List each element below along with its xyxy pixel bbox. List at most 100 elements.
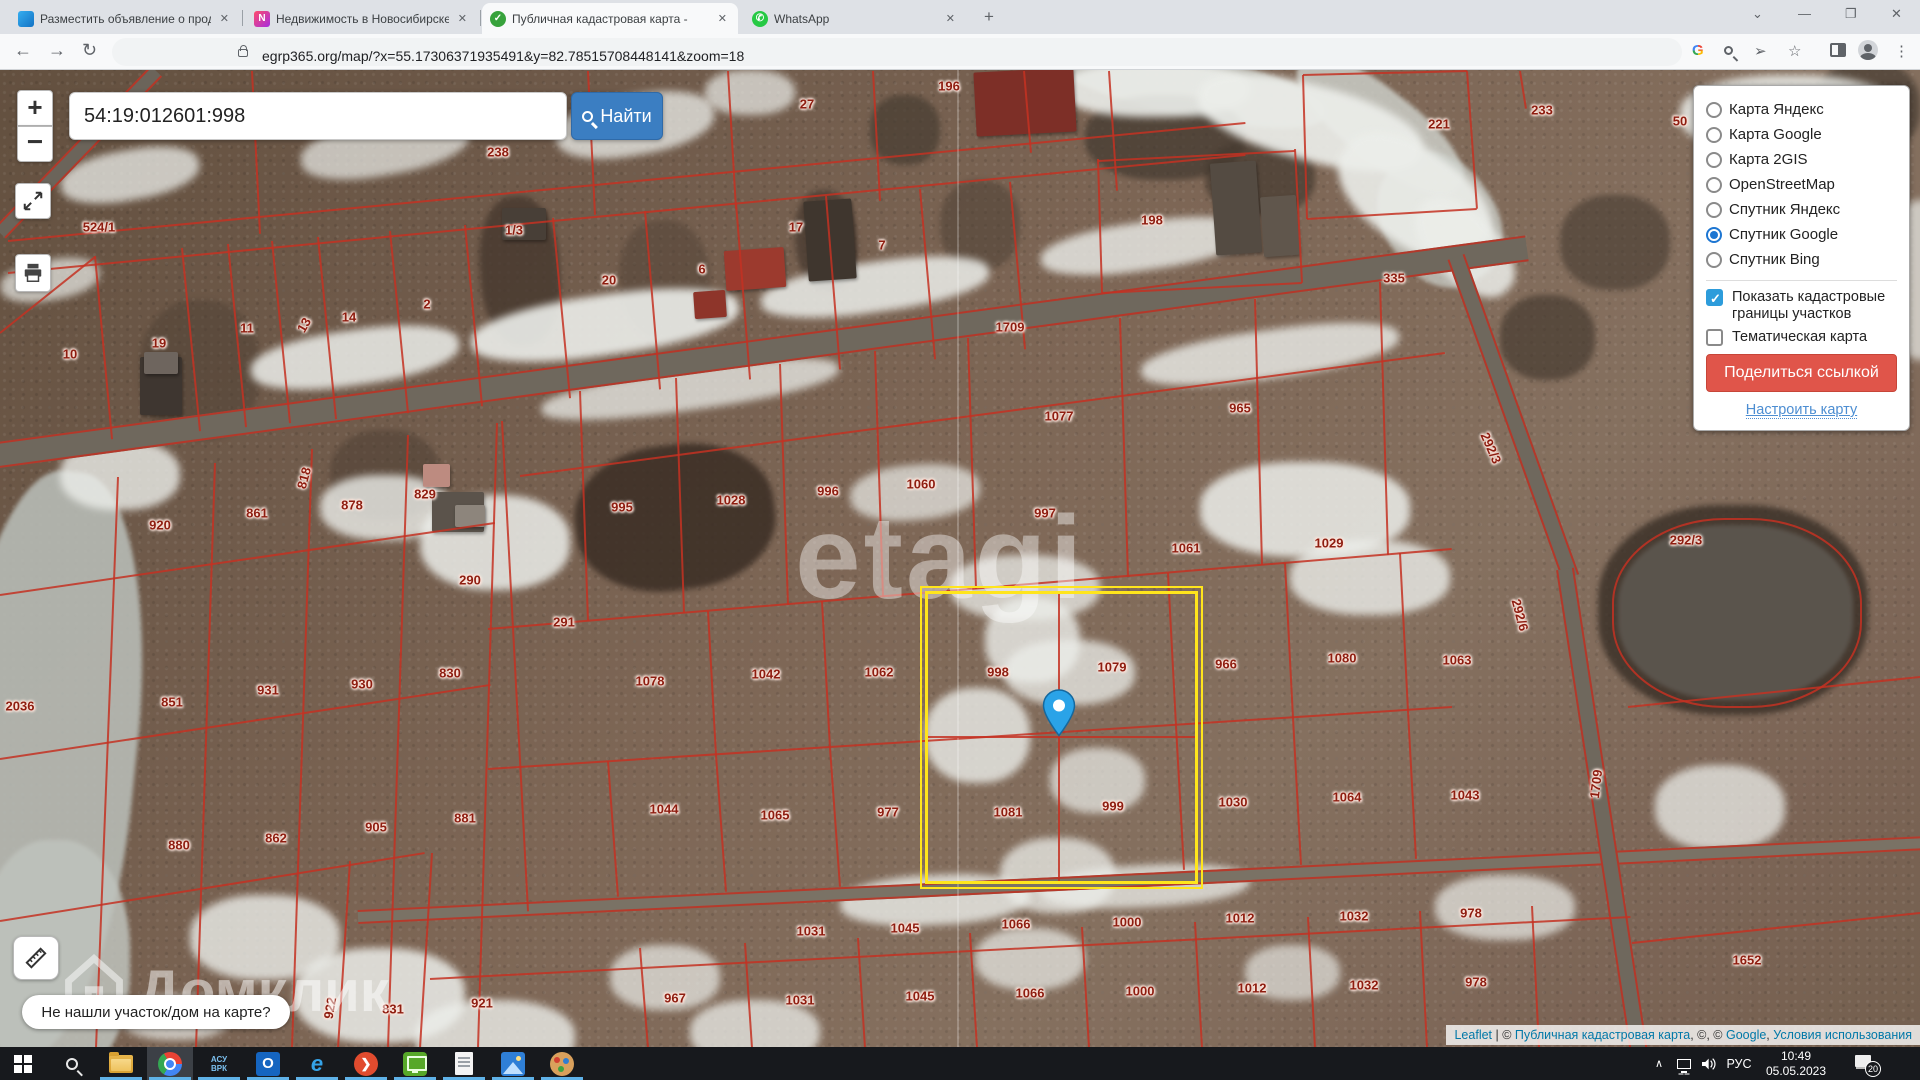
zoom-in-button[interactable]: + bbox=[17, 90, 53, 126]
google-extension-icon[interactable]: G bbox=[1692, 42, 1704, 59]
taskbar-item-start[interactable] bbox=[0, 1047, 46, 1080]
taskbar-item-internet-explorer[interactable]: e bbox=[294, 1047, 340, 1080]
layer-option[interactable]: Карта Google bbox=[1706, 122, 1897, 147]
tray-expand-icon[interactable]: ∧ bbox=[1648, 1047, 1670, 1080]
forward-button[interactable]: → bbox=[48, 40, 66, 61]
zoom-out-button[interactable]: − bbox=[17, 126, 53, 162]
parcel-label: 292/3 bbox=[1478, 430, 1505, 466]
side-panel-icon[interactable] bbox=[1830, 43, 1846, 57]
vegetation-patch bbox=[567, 433, 783, 601]
parcel-label: 1032 bbox=[1340, 909, 1369, 924]
parcel-label: 524/1 bbox=[83, 220, 116, 235]
browser-menu-icon[interactable]: ⋮ bbox=[1894, 42, 1909, 60]
attribution-link[interactable]: Leaflet bbox=[1454, 1028, 1492, 1042]
cadastral-line bbox=[317, 237, 337, 419]
search-button[interactable]: Найти bbox=[571, 92, 663, 140]
browser-tab[interactable]: ✆WhatsApp✕ bbox=[744, 3, 966, 34]
layer-option-label: OpenStreetMap bbox=[1729, 176, 1835, 193]
parcel-label: 1077 bbox=[1045, 409, 1074, 424]
bookmark-star-icon[interactable]: ☆ bbox=[1788, 42, 1801, 60]
vegetation-patch bbox=[1500, 295, 1595, 380]
restore-button[interactable]: ❐ bbox=[1845, 6, 1857, 22]
new-tab-button[interactable]: + bbox=[984, 7, 994, 27]
tab-close-icon[interactable]: ✕ bbox=[217, 12, 232, 25]
checkbox[interactable] bbox=[1706, 329, 1723, 346]
layer-option[interactable]: Спутник Bing bbox=[1706, 247, 1897, 272]
parcel-label: 995 bbox=[611, 500, 633, 515]
radio-button[interactable] bbox=[1706, 227, 1722, 243]
url-text[interactable]: egrp365.org/map/?x=55.17306371935491&y=8… bbox=[262, 48, 744, 64]
layer-option[interactable]: Спутник Яндекс bbox=[1706, 197, 1897, 222]
notification-badge[interactable]: 20 bbox=[1846, 1047, 1886, 1080]
radio-button[interactable] bbox=[1706, 102, 1722, 118]
layer-option[interactable]: Карта Яндекс bbox=[1706, 97, 1897, 122]
parcel-label: 292/3 bbox=[1670, 533, 1703, 548]
parcel-label: 1030 bbox=[1219, 795, 1248, 810]
reload-button[interactable]: ↻ bbox=[82, 40, 97, 61]
share-link-button[interactable]: Поделиться ссылкой bbox=[1706, 354, 1897, 392]
radio-button[interactable] bbox=[1706, 177, 1722, 193]
checkbox[interactable] bbox=[1706, 289, 1723, 306]
clock[interactable]: 10:4905.05.2023 bbox=[1758, 1047, 1834, 1080]
tab-close-icon[interactable]: ✕ bbox=[455, 12, 470, 25]
radio-button[interactable] bbox=[1706, 202, 1722, 218]
layer-option-label: Спутник Google bbox=[1729, 226, 1838, 243]
close-button[interactable]: ✕ bbox=[1891, 6, 1902, 22]
taskbar-item-photos[interactable] bbox=[490, 1047, 536, 1080]
parcel-label: 978 bbox=[1460, 906, 1482, 921]
radio-button[interactable] bbox=[1706, 252, 1722, 268]
tab-search-icon[interactable]: ⌄ bbox=[1752, 6, 1763, 22]
taskbar-item-outlook[interactable]: O bbox=[245, 1047, 291, 1080]
parcel-label: 13 bbox=[294, 315, 314, 335]
cadastral-line bbox=[1407, 711, 1417, 859]
cadastral-search-input[interactable] bbox=[69, 92, 567, 140]
browser-tab[interactable]: Разместить объявление о прод✕ bbox=[10, 3, 240, 34]
taskbar-item-search[interactable] bbox=[49, 1047, 95, 1080]
layer-option[interactable]: Карта 2GIS bbox=[1706, 147, 1897, 172]
layer-option-label: Спутник Bing bbox=[1729, 251, 1820, 268]
volume-icon[interactable] bbox=[1696, 1047, 1720, 1080]
tab-close-icon[interactable]: ✕ bbox=[943, 12, 958, 25]
language-indicator[interactable]: РУС bbox=[1722, 1047, 1756, 1080]
radio-button[interactable] bbox=[1706, 152, 1722, 168]
windows-taskbar: АСУВРКOe❯ ∧ РУС 10:4905.05.2023 20 bbox=[0, 1047, 1920, 1080]
attribution-link[interactable]: Google bbox=[1726, 1028, 1766, 1042]
print-button[interactable] bbox=[15, 254, 51, 292]
parcel-label: 1044 bbox=[650, 802, 679, 817]
map-hint-tooltip[interactable]: Не нашли участок/дом на карте? bbox=[22, 995, 290, 1029]
cadastral-line bbox=[501, 421, 529, 911]
taskbar-item-asu-vrk[interactable]: АСУВРК bbox=[196, 1047, 242, 1080]
layer-checkbox-row[interactable]: Показать кадастровые границы участков bbox=[1706, 289, 1897, 323]
map-attribution: Leaflet | © Публичная кадастровая карта,… bbox=[1446, 1025, 1920, 1045]
parcel-label: 1000 bbox=[1126, 984, 1155, 999]
browser-tab[interactable]: NНедвижимость в Новосибирске✕ bbox=[246, 3, 478, 34]
parcel-label: 50 bbox=[1673, 114, 1687, 129]
back-button[interactable]: ← bbox=[14, 40, 32, 61]
minimize-button[interactable]: — bbox=[1798, 6, 1811, 21]
layer-option[interactable]: Спутник Google bbox=[1706, 222, 1897, 247]
browser-tab[interactable]: ✓Публичная кадастровая карта -✕ bbox=[482, 3, 738, 34]
zoom-page-icon[interactable] bbox=[1724, 46, 1733, 55]
parcel-label: 1045 bbox=[906, 989, 935, 1004]
cadastral-map[interactable]: 1962723822123350524/11/31776201983352141… bbox=[0, 70, 1920, 1047]
attribution-link[interactable]: Условия использования bbox=[1773, 1028, 1912, 1042]
location-pin bbox=[1042, 689, 1076, 737]
taskbar-item-app-red-arrow[interactable]: ❯ bbox=[343, 1047, 389, 1080]
taskbar-item-app-green-monitor[interactable] bbox=[392, 1047, 438, 1080]
radio-button[interactable] bbox=[1706, 127, 1722, 143]
network-icon[interactable] bbox=[1672, 1047, 1696, 1080]
taskbar-item-chrome[interactable] bbox=[147, 1047, 193, 1080]
layer-checkbox-row[interactable]: Тематическая карта bbox=[1706, 329, 1897, 346]
configure-map-link[interactable]: Настроить карту bbox=[1706, 402, 1897, 418]
taskbar-item-file-explorer[interactable] bbox=[98, 1047, 144, 1080]
taskbar-item-paint[interactable] bbox=[539, 1047, 585, 1080]
profile-avatar[interactable] bbox=[1858, 40, 1878, 60]
fullscreen-button[interactable] bbox=[15, 183, 51, 219]
share-icon[interactable]: ➢ bbox=[1754, 42, 1767, 60]
attribution-link[interactable]: Публичная кадастровая карта bbox=[1515, 1028, 1690, 1042]
tab-close-icon[interactable]: ✕ bbox=[715, 12, 730, 25]
address-bar[interactable]: egrp365.org/map/?x=55.17306371935491&y=8… bbox=[112, 38, 1682, 66]
layer-option[interactable]: OpenStreetMap bbox=[1706, 172, 1897, 197]
taskbar-item-notepad[interactable] bbox=[441, 1047, 487, 1080]
measure-button[interactable] bbox=[13, 936, 59, 980]
